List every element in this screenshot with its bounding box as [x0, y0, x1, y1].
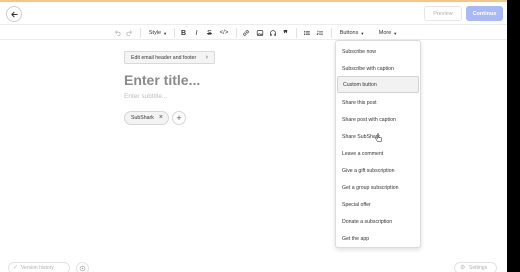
style-dropdown[interactable]: Style ▼	[148, 28, 168, 38]
toolbar-divider	[296, 28, 297, 38]
audio-button[interactable]	[268, 28, 277, 38]
menu-item-subscribe-with-caption[interactable]: Subscribe with caption	[337, 60, 419, 77]
buttons-dropdown[interactable]: Buttons ▼	[338, 28, 366, 38]
bullet-list-icon	[303, 30, 310, 36]
redo-icon	[125, 30, 132, 36]
version-history-button[interactable]: ✓ Version history	[8, 262, 70, 272]
undo-button[interactable]	[112, 28, 121, 38]
buttons-menu: Subscribe now Subscribe with caption Cus…	[335, 40, 421, 248]
menu-item-donate-a-subscription[interactable]: Donate a subscription	[337, 213, 419, 230]
subtitle-input[interactable]: Enter subtitle...	[124, 93, 167, 100]
settings-button[interactable]: ⚙ Settings	[454, 262, 497, 272]
toolbar-divider	[236, 28, 237, 38]
add-tag-button[interactable]: +	[172, 111, 186, 125]
title-input[interactable]: Enter title...	[124, 72, 200, 88]
toolbar-divider	[174, 28, 175, 38]
quote-button[interactable]: ❞	[281, 28, 290, 38]
continue-button[interactable]: Continue	[466, 6, 503, 21]
menu-item-give-a-gift-subscription[interactable]: Give a gift subscription	[337, 162, 419, 179]
code-button[interactable]: </>	[218, 28, 230, 38]
tag-chip[interactable]: SubShark ×	[124, 111, 169, 125]
close-icon[interactable]: ×	[159, 114, 163, 121]
numbered-list-icon	[316, 30, 323, 35]
link-icon	[242, 30, 249, 36]
more-dropdown[interactable]: More ▼	[377, 28, 399, 38]
gear-icon: ⚙	[460, 265, 466, 271]
menu-item-share-this-post[interactable]: Share this post	[337, 94, 419, 111]
header-bar: Preview Continue	[0, 2, 507, 25]
toolbar-divider	[140, 28, 141, 38]
bold-button[interactable]: B	[180, 28, 187, 38]
version-history-label: Version history	[21, 265, 54, 271]
strikethrough-button[interactable]: S	[206, 28, 213, 38]
numbered-list-button[interactable]	[315, 28, 324, 38]
headphones-icon	[269, 30, 276, 36]
menu-item-custom-button[interactable]: Custom button	[337, 76, 419, 93]
menu-item-get-a-group-subscription[interactable]: Get a group subscription	[337, 179, 419, 196]
menu-item-get-the-app[interactable]: Get the app	[337, 230, 419, 247]
buttons-label: Buttons	[339, 30, 359, 36]
image-icon	[256, 30, 263, 36]
undo-icon	[114, 30, 121, 36]
preview-button[interactable]: Preview	[424, 6, 462, 21]
redo-button[interactable]	[125, 28, 134, 38]
caret-down-icon: ▼	[360, 30, 365, 36]
more-label: More	[378, 30, 392, 36]
style-label: Style	[148, 30, 162, 36]
menu-item-leave-a-comment[interactable]: Leave a comment	[337, 145, 419, 162]
menu-item-share-post-with-caption[interactable]: Share post with caption	[337, 111, 419, 128]
formatting-toolbar: Style ▼ B I S </> ❞ Buttons ▼ More ▼	[0, 26, 507, 40]
link-button[interactable]	[241, 28, 250, 38]
menu-item-special-offer[interactable]: Special offer	[337, 196, 419, 213]
chevron-right-icon: ›	[205, 54, 208, 61]
italic-button[interactable]: I	[193, 28, 200, 38]
bullet-list-button[interactable]	[302, 28, 311, 38]
caret-down-icon: ▼	[163, 30, 168, 36]
quote-icon: ❞	[283, 28, 288, 38]
check-icon: ✓	[13, 265, 19, 271]
pointer-cursor-icon	[375, 133, 382, 142]
edit-header-label: Edit email header and footer	[131, 54, 197, 61]
help-button[interactable]	[76, 262, 89, 272]
edit-email-header-footer-button[interactable]: Edit email header and footer ›	[124, 51, 215, 64]
toolbar-divider	[331, 28, 332, 38]
back-button[interactable]	[6, 6, 22, 22]
settings-label: Settings	[469, 265, 488, 271]
tag-label: SubShark	[131, 115, 154, 121]
help-circle-icon	[79, 265, 86, 272]
arrow-left-icon	[10, 11, 18, 17]
caret-down-icon: ▼	[393, 30, 398, 36]
menu-item-subscribe-now[interactable]: Subscribe now	[337, 43, 419, 60]
image-button[interactable]	[255, 28, 264, 38]
window-edge	[507, 0, 520, 272]
editor-window: Preview Continue Style ▼ B I S </> ❞ But…	[0, 0, 507, 272]
